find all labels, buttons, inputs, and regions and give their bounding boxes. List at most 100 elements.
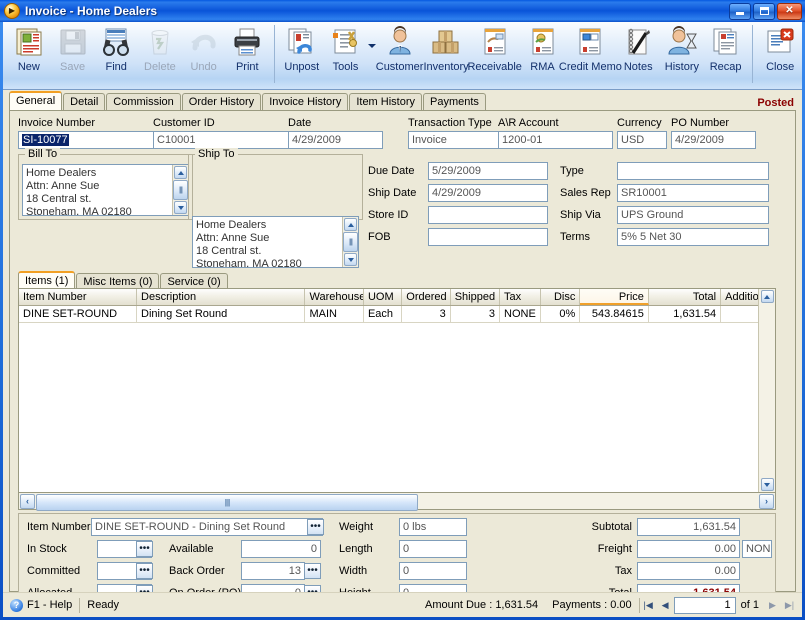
toolbar-customer-button[interactable]: Customer — [376, 22, 423, 86]
grid-col-description[interactable]: Description — [137, 289, 306, 305]
po-number-input[interactable]: 4/29/2009 — [671, 131, 756, 149]
committed-ellipsis-button[interactable]: ••• — [136, 563, 153, 579]
nav-prev-icon[interactable]: ◀ — [658, 598, 673, 613]
toolbar-find-button[interactable]: Find — [94, 22, 138, 86]
ship-to-scrollbar[interactable]: ||| — [342, 217, 358, 267]
toolbar-new-button[interactable]: New — [7, 22, 51, 86]
toolbar-delete-button[interactable]: Delete — [138, 22, 182, 86]
grid-col-shipped[interactable]: Shipped — [451, 289, 501, 305]
toolbar-credit-memo-button[interactable]: Credit Memo — [559, 22, 622, 86]
date-input[interactable]: 4/29/2009 — [288, 131, 383, 149]
tab-order-history[interactable]: Order History — [181, 93, 262, 110]
line-items-grid[interactable]: Item Number Description Warehouse UOM Or… — [18, 288, 776, 493]
nav-first-icon[interactable]: |◀ — [641, 598, 656, 613]
ship-via-input[interactable]: UPS Ground — [617, 206, 769, 224]
store-id-input[interactable] — [428, 206, 548, 224]
freight-value[interactable]: 0.00 — [637, 540, 740, 558]
general-tab-page: Invoice Number SI-10077 Customer ID C100… — [9, 110, 796, 604]
page-number-input[interactable]: 1 — [673, 596, 736, 614]
grid-col-price[interactable]: Price — [580, 289, 649, 305]
due-date-input[interactable]: 5/29/2009 — [428, 162, 548, 180]
detail-item-number-ellipsis-button[interactable]: ••• — [307, 519, 324, 535]
subtotal-value[interactable]: 1,631.54 — [637, 518, 740, 536]
nav-last-icon[interactable]: ▶| — [782, 598, 797, 613]
tax-value[interactable]: 0.00 — [637, 562, 740, 580]
width-input[interactable]: 0 — [399, 562, 467, 580]
floppy-save-icon — [56, 26, 90, 58]
freight-tax-code[interactable]: NON — [742, 540, 772, 558]
length-input[interactable]: 0 — [399, 540, 467, 558]
ship-to-scroll-thumb[interactable]: ||| — [343, 232, 358, 252]
tab-item-history[interactable]: Item History — [349, 93, 423, 110]
help-hint[interactable]: ? F1 - Help — [3, 597, 79, 614]
invoice-number-input[interactable]: SI-10077 — [18, 131, 158, 149]
grid-scroll-down-icon[interactable] — [760, 478, 774, 491]
currency-input[interactable]: USD — [617, 131, 667, 149]
client-area: New Save Find Delete Undo Print Unpost T… — [3, 22, 802, 617]
hscroll-left-icon[interactable]: ‹ — [20, 493, 35, 509]
grid-col-ordered[interactable]: Ordered — [402, 289, 451, 305]
grid-col-total[interactable]: Total — [649, 289, 722, 305]
payments-text: Payments : 0.00 — [552, 598, 632, 611]
customer-id-input[interactable]: C10001 — [153, 131, 293, 149]
toolbar-receivable-label: Receivable — [467, 61, 522, 73]
unpost-icon — [285, 26, 319, 58]
toolbar-notes-button[interactable]: Notes — [616, 22, 660, 86]
nav-next-icon[interactable]: ▶ — [765, 598, 780, 613]
bill-to-scroll-up-icon[interactable] — [174, 166, 187, 179]
toolbar-save-button[interactable]: Save — [51, 22, 95, 86]
minimize-button[interactable] — [729, 2, 751, 20]
grid-col-warehouse[interactable]: Warehouse — [305, 289, 364, 305]
in-stock-ellipsis-button[interactable]: ••• — [136, 541, 153, 557]
grid-col-item-number[interactable]: Item Number — [19, 289, 138, 305]
grid-col-tax[interactable]: Tax — [500, 289, 542, 305]
toolbar-inventory-button[interactable]: Inventory — [423, 22, 469, 86]
bill-to-scroll-thumb[interactable]: ||| — [173, 180, 188, 200]
grid-horizontal-scrollbar[interactable]: ‹ |||| › — [18, 493, 776, 511]
notes-pencil-icon — [621, 26, 655, 58]
terms-input[interactable]: 5% 5 Net 30 — [617, 228, 769, 246]
tools-dropdown-arrow-icon[interactable] — [367, 22, 376, 82]
tab-detail[interactable]: Detail — [63, 93, 106, 110]
type-input[interactable] — [617, 162, 769, 180]
hscroll-thumb[interactable]: |||| — [36, 493, 418, 511]
maximize-button[interactable] — [753, 2, 775, 20]
ship-to-memo[interactable]: Home Dealers Attn: Anne Sue 18 Central s… — [192, 216, 359, 268]
hscroll-track[interactable]: |||| — [36, 493, 758, 511]
ship-to-scroll-down-icon[interactable] — [344, 253, 357, 266]
toolbar-undo-button[interactable]: Undo — [182, 22, 226, 86]
tab-invoice-history[interactable]: Invoice History — [262, 93, 349, 110]
toolbar-recap-button[interactable]: Recap — [704, 22, 748, 86]
toolbar-close-button[interactable]: Close — [758, 22, 802, 86]
grid-scroll-up-icon[interactable] — [760, 290, 774, 303]
detail-item-number-input[interactable]: DINE SET-ROUND - Dining Set Round — [91, 518, 323, 536]
sales-rep-input[interactable]: SR10001 — [617, 184, 769, 202]
tab-commission[interactable]: Commission — [106, 93, 181, 110]
toolbar-tools-button[interactable]: Tools — [324, 22, 368, 86]
toolbar-receivable-button[interactable]: Receivable — [467, 22, 522, 86]
back-order-input[interactable]: 13 — [241, 562, 305, 580]
toolbar-unpost-button[interactable]: Unpost — [280, 22, 324, 86]
hscroll-right-icon[interactable]: › — [759, 493, 774, 509]
grid-header-row: Item Number Description Warehouse UOM Or… — [19, 289, 775, 306]
weight-input[interactable]: 0 lbs — [399, 518, 467, 536]
ar-account-input[interactable]: 1200-01 — [498, 131, 613, 149]
tab-general[interactable]: General — [9, 91, 63, 110]
bill-to-scroll-down-icon[interactable] — [174, 201, 187, 214]
toolbar-rma-button[interactable]: RMA — [521, 22, 565, 86]
tab-payments[interactable]: Payments — [423, 93, 486, 110]
toolbar-history-button[interactable]: History — [660, 22, 704, 86]
fob-input[interactable] — [428, 228, 548, 246]
grid-vertical-scrollbar[interactable] — [758, 289, 775, 492]
table-row[interactable]: DINE SET-ROUND Dining Set Round MAIN Eac… — [19, 306, 775, 323]
toolbar-print-button[interactable]: Print — [225, 22, 269, 86]
grid-col-uom[interactable]: UOM — [364, 289, 403, 305]
available-input[interactable]: 0 — [241, 540, 321, 558]
back-order-ellipsis-button[interactable]: ••• — [304, 563, 321, 579]
ship-date-input[interactable]: 4/29/2009 — [428, 184, 548, 202]
bill-to-memo[interactable]: Home Dealers Attn: Anne Sue 18 Central s… — [22, 164, 189, 216]
grid-col-disc[interactable]: Disc — [541, 289, 581, 305]
bill-to-scrollbar[interactable]: ||| — [172, 165, 188, 215]
close-button[interactable]: ✕ — [777, 2, 802, 20]
ship-to-scroll-up-icon[interactable] — [344, 218, 357, 231]
